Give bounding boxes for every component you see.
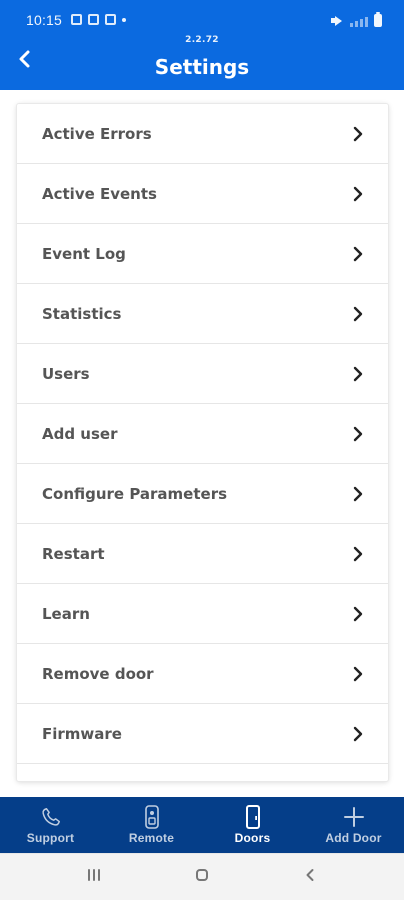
chevron-right-icon [350,366,366,382]
menu-item-label: Statistics [42,304,122,323]
mute-icon [331,15,344,26]
menu-item-more[interactable] [17,764,388,781]
nav-remote[interactable]: Remote [101,797,202,853]
menu-item-active-errors[interactable]: Active Errors [17,104,388,164]
nav-label: Doors [234,831,271,845]
recent-apps-icon [85,866,103,888]
menu-item-users[interactable]: Users [17,344,388,404]
chevron-right-icon [350,306,366,322]
nav-add-door[interactable]: Add Door [303,797,404,853]
menu-item-learn[interactable]: Learn [17,584,388,644]
chevron-right-icon [350,726,366,742]
menu-item-label: Active Errors [42,124,152,143]
menu-item-add-user[interactable]: Add user [17,404,388,464]
app-bar: 2.2.72 Settings [0,26,404,90]
menu-item-statistics[interactable]: Statistics [17,284,388,344]
chevron-right-icon [350,606,366,622]
menu-item-label: Event Log [42,244,126,263]
menu-item-active-events[interactable]: Active Events [17,164,388,224]
phone-icon [40,805,62,829]
status-left-icons [71,14,126,25]
door-icon [244,805,262,829]
menu-item-label: Remove door [42,664,154,683]
top-header: 10:15 2.2.72 Settings [0,0,404,90]
chevron-right-icon [350,486,366,502]
menu-item-label: Learn [42,604,90,623]
nav-label: Add Door [325,831,382,845]
nav-label: Support [26,831,75,845]
signal-icon [350,15,368,27]
menu-item-label: Active Events [42,184,157,203]
menu-item-label: Restart [42,544,105,563]
bottom-navigation: Support Remote Doors Add Door [0,797,404,853]
photo-icon [71,14,82,25]
menu-item-firmware[interactable]: Firmware [17,704,388,764]
chevron-right-icon [350,546,366,562]
settings-card: Active Errors Active Events Event Log St… [17,104,388,781]
settings-menu: Active Errors Active Events Event Log St… [17,104,388,781]
remote-icon [143,805,161,829]
chevron-right-icon [350,666,366,682]
menu-item-label: Add user [42,424,118,443]
recent-apps-button[interactable] [74,857,114,897]
chevron-left-icon [301,866,319,888]
chevron-right-icon [350,246,366,262]
dot-icon [122,17,126,22]
home-icon [193,866,211,888]
system-back-button[interactable] [290,857,330,897]
app-version: 2.2.72 [185,35,219,45]
menu-item-event-log[interactable]: Event Log [17,224,388,284]
menu-item-remove-door[interactable]: Remove door [17,644,388,704]
home-button[interactable] [182,857,222,897]
menu-item-label: Users [42,364,90,383]
nav-support[interactable]: Support [0,797,101,853]
nav-doors[interactable]: Doors [202,797,303,853]
chevron-right-icon [350,186,366,202]
nav-label: Remote [128,831,175,845]
menu-item-label: Firmware [42,724,122,743]
sim-icon [88,14,99,25]
menu-item-configure-parameters[interactable]: Configure Parameters [17,464,388,524]
page-title: Settings [154,55,250,79]
menu-item-label: Configure Parameters [42,484,228,503]
chevron-right-icon [350,426,366,442]
plus-icon [342,805,366,829]
chevron-right-icon [350,126,366,142]
menu-item-restart[interactable]: Restart [17,524,388,584]
android-navigation-bar [0,853,404,900]
screen-recorder-icon [105,14,116,25]
